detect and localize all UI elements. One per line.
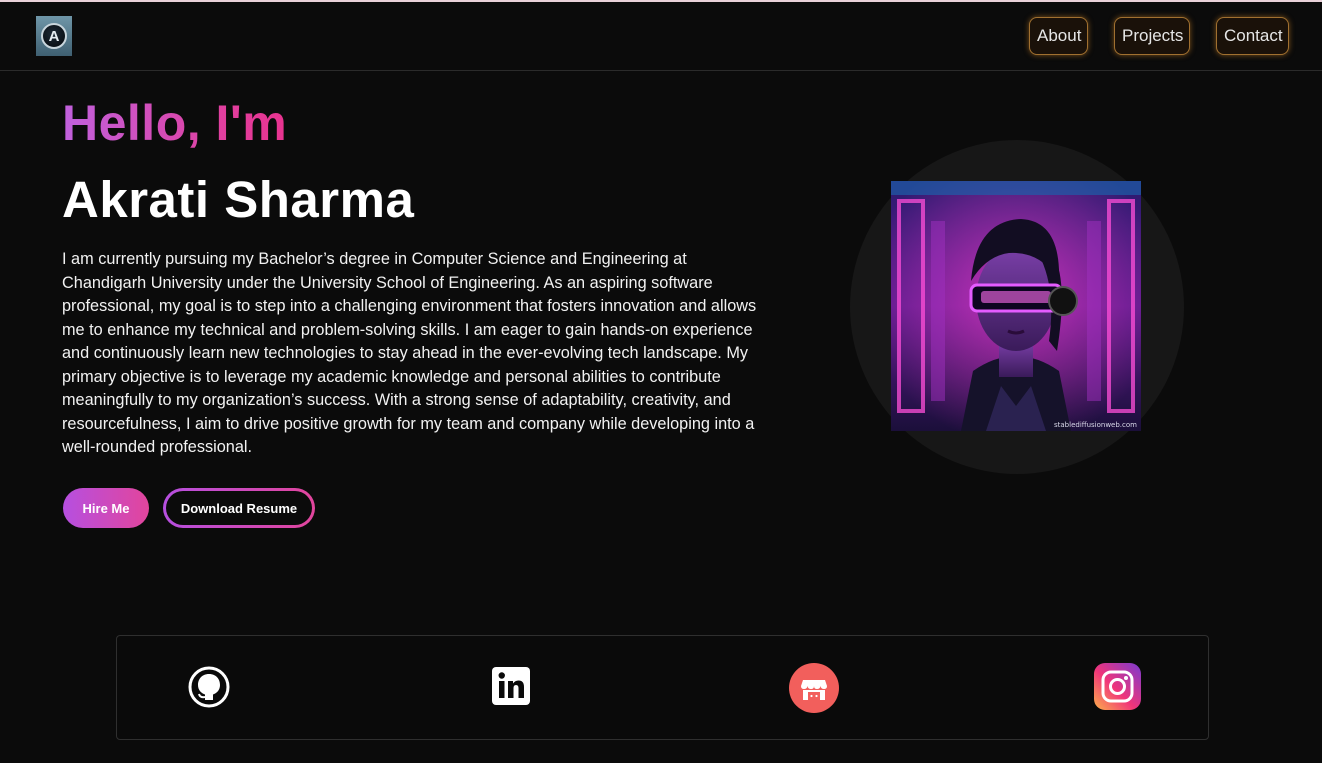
- download-resume-button[interactable]: Download Resume: [163, 488, 315, 528]
- navbar: A About Projects Contact: [0, 2, 1322, 71]
- nav-projects-button[interactable]: Projects: [1114, 17, 1190, 55]
- hero-greeting: Hello, I'm: [62, 95, 288, 151]
- github-icon[interactable]: [187, 665, 231, 709]
- logo-letter: A: [41, 23, 67, 49]
- instagram-icon[interactable]: [1094, 663, 1141, 710]
- nav-about-button[interactable]: About: [1029, 17, 1088, 55]
- linkedin-icon[interactable]: [492, 667, 530, 705]
- social-links-bar: [116, 635, 1209, 740]
- hero-name: Akrati Sharma: [62, 171, 415, 228]
- nav-contact-button[interactable]: Contact: [1216, 17, 1289, 55]
- hero-bio: I am currently pursuing my Bachelor’s de…: [62, 250, 757, 456]
- hire-me-label: Hire Me: [82, 500, 130, 516]
- logo[interactable]: A: [36, 16, 72, 56]
- profile-portrait: stablediffusionweb.com: [891, 181, 1141, 431]
- portrait-watermark: stablediffusionweb.com: [1054, 421, 1137, 429]
- shop-icon[interactable]: [789, 663, 839, 713]
- download-resume-label: Download Resume: [180, 500, 298, 516]
- hire-me-button[interactable]: Hire Me: [63, 488, 149, 528]
- portfolio-page: A About Projects Contact Hello, I'm Akra…: [0, 0, 1322, 763]
